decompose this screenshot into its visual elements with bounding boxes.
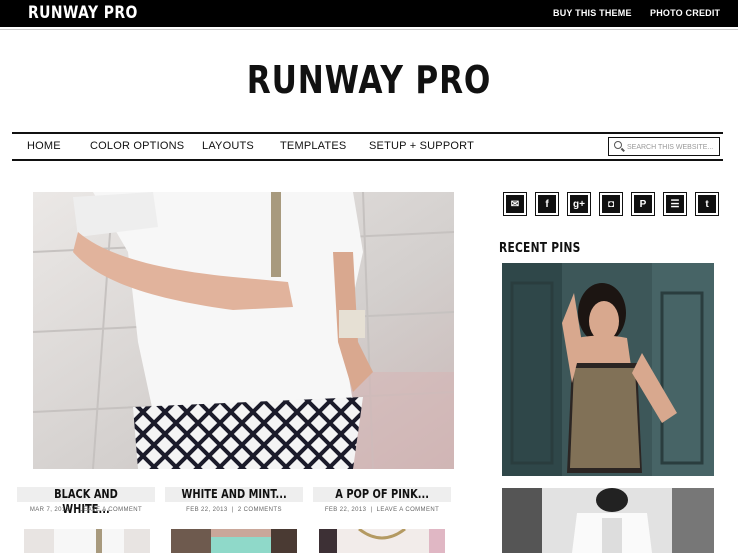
pin-graphic	[502, 488, 714, 553]
post-comments-link[interactable]: LEAVE A COMMENT	[80, 507, 143, 513]
divider	[0, 29, 738, 30]
photo-credit-link[interactable]: PHOTO CREDIT	[650, 8, 720, 18]
post-date: MAR 7, 2013	[29, 507, 70, 513]
nav-divider-bottom	[12, 159, 723, 161]
rss-icon[interactable]: ☰	[663, 192, 687, 216]
nav-item-layouts[interactable]: LAYOUTS	[202, 140, 254, 152]
post-comments-link[interactable]: LEAVE A COMMENT	[377, 507, 440, 513]
search-box[interactable]	[608, 137, 720, 156]
buy-theme-link[interactable]: BUY THIS THEME	[553, 8, 632, 18]
instagram-icon[interactable]: ◘	[599, 192, 623, 216]
pinterest-icon[interactable]: P	[631, 192, 655, 216]
nav-item-setup-support[interactable]: SETUP + SUPPORT	[369, 140, 474, 152]
top-bar: RUNWAY PRO BUY THIS THEME PHOTO CREDIT	[0, 0, 738, 27]
thumbnail-graphic	[319, 529, 445, 553]
pin-image[interactable]	[502, 263, 714, 476]
topbar-logo[interactable]: RUNWAY PRO	[28, 3, 138, 23]
post-title[interactable]: WHITE AND MINT...	[165, 487, 303, 502]
post-thumbnail[interactable]	[319, 529, 445, 553]
post-comments-link[interactable]: 2 COMMENTS	[238, 507, 282, 513]
recent-pins-heading: RECENT PINS	[499, 241, 581, 256]
pin-graphic	[502, 263, 714, 476]
post-title[interactable]: A POP OF PINK...	[313, 487, 451, 502]
facebook-icon[interactable]: f	[535, 192, 559, 216]
post-thumbnail[interactable]	[24, 529, 150, 553]
post-date: FEB 22, 2013	[186, 507, 228, 513]
post-meta: MAR 7, 2013 | LEAVE A COMMENT	[29, 507, 143, 513]
nav-item-color-options[interactable]: COLOR OPTIONS	[90, 140, 184, 152]
featured-image[interactable]	[33, 192, 454, 469]
email-icon[interactable]: ✉	[503, 192, 527, 216]
search-input[interactable]	[627, 140, 717, 154]
post-title[interactable]: BLACK AND WHITE...	[17, 487, 155, 516]
post-thumbnail[interactable]	[171, 529, 297, 553]
site-title[interactable]: RUNWAY PRO	[66, 58, 671, 102]
nav-divider-top	[12, 132, 723, 134]
post-meta: FEB 22, 2013 | LEAVE A COMMENT	[324, 507, 440, 513]
nav-item-templates[interactable]: TEMPLATES	[280, 140, 346, 152]
post-meta: FEB 22, 2013 | 2 COMMENTS	[186, 507, 282, 513]
google-plus-icon[interactable]: g+	[567, 192, 591, 216]
post-date: FEB 22, 2013	[324, 507, 367, 513]
nav-item-home[interactable]: HOME	[27, 140, 61, 152]
thumbnail-graphic	[171, 529, 297, 553]
featured-photo-graphic	[33, 192, 454, 469]
pin-image[interactable]	[502, 488, 714, 553]
twitter-icon[interactable]: t	[695, 192, 719, 216]
thumbnail-graphic	[24, 529, 150, 553]
search-icon	[614, 141, 622, 149]
